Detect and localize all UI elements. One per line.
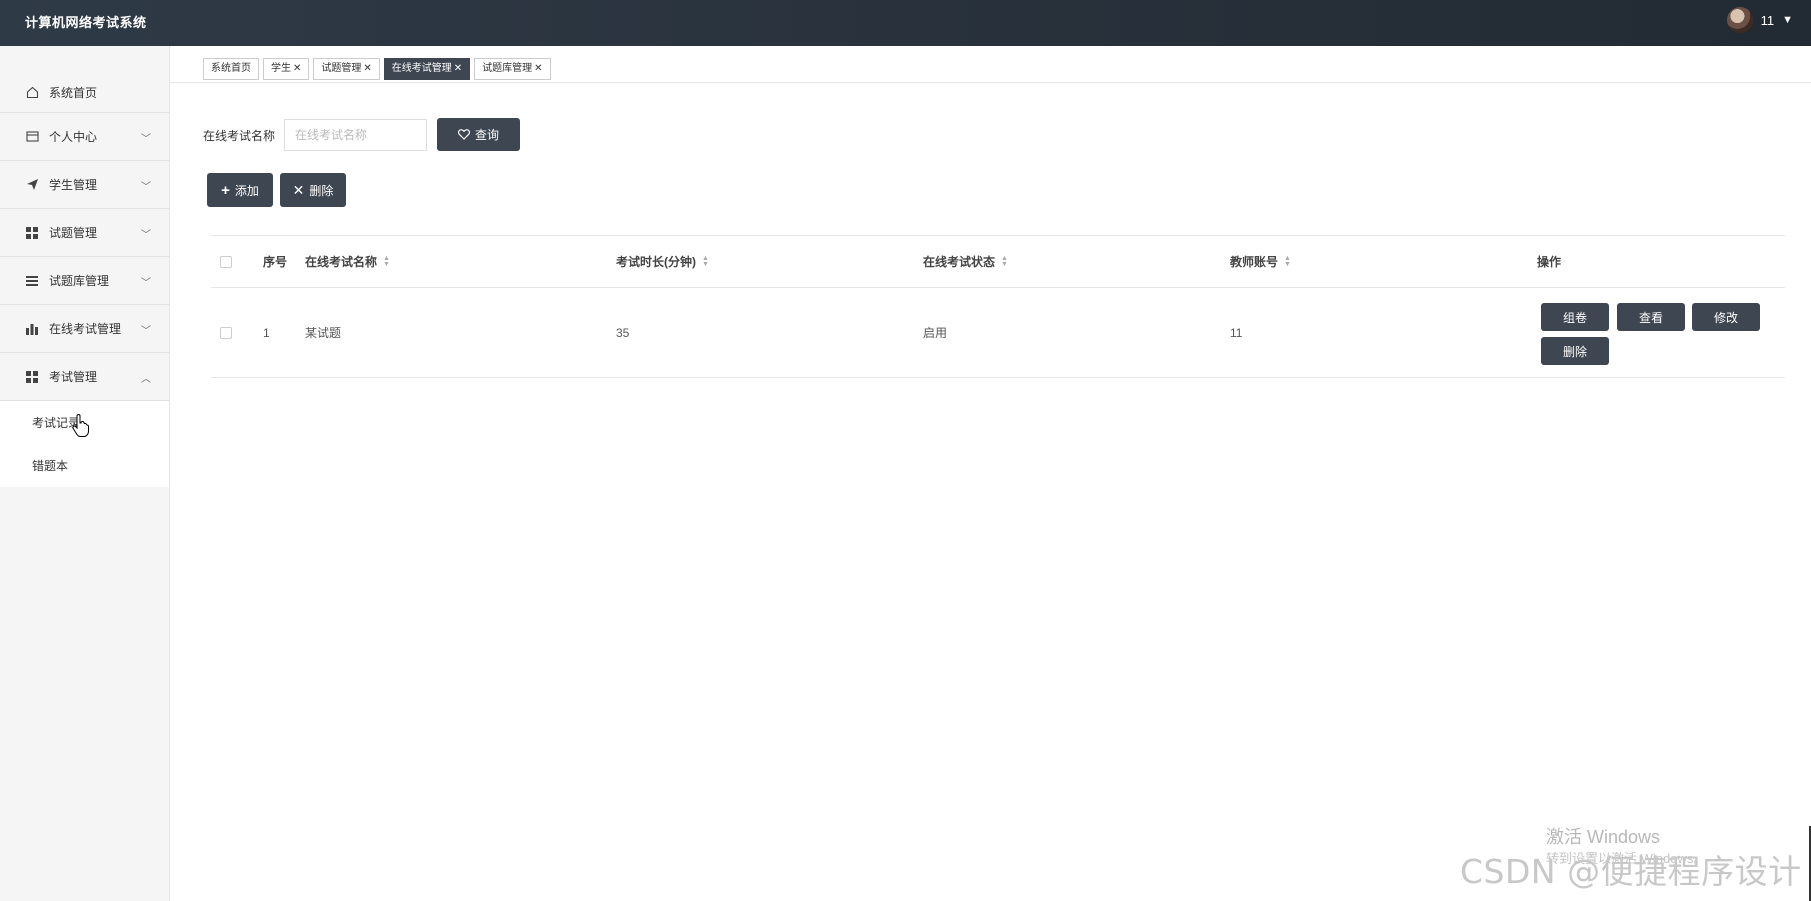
avatar[interactable] [1726,7,1753,33]
add-button[interactable]: + 添加 [207,173,273,207]
close-icon[interactable]: ✕ [363,59,371,79]
column-header-teacher[interactable]: 教师账号 ▲ ▼ [1230,236,1291,287]
add-button-label: 添加 [234,183,259,198]
table-header: 序号 在线考试名称 ▲ ▼ 考试时长(分钟) ▲ ▼ 在线考试状态 ▲ ▼ 教师账号 … [211,236,1785,288]
sidebar-item-questions[interactable]: 试题管理 ﹀ [0,209,169,257]
compose-paper-button[interactable]: 组卷 [1541,303,1609,331]
grid-icon [25,370,39,384]
column-header-label: 考试时长(分钟) [616,255,696,269]
query-button-label: 查询 [474,128,499,142]
card-icon [25,130,39,144]
sidebar: 系统首页 个人中心 ﹀ 学生管理 ﹀ 试题管理 ﹀ 试题库管理 ﹀ 在线考试管理… [0,46,170,901]
tab-label: 学生 [271,63,291,74]
close-icon[interactable]: ✕ [534,59,542,79]
hand-cursor-icon [72,414,89,437]
close-icon[interactable]: ✕ [293,59,301,79]
username[interactable]: 11 [1761,13,1775,28]
sort-icon[interactable]: ▲ ▼ [1001,255,1008,268]
tab-questions[interactable]: 试题管理 ✕ [313,58,380,80]
sidebar-item-label: 试题库管理 [49,274,110,288]
cell-name: 某试题 [305,326,342,340]
tab-online-exam[interactable]: 在线考试管理 ✕ [383,58,471,80]
column-header-index: 序号 [263,236,287,287]
send-icon [25,178,39,192]
column-header-label: 在线考试名称 [305,255,378,269]
sidebar-item-label: 考试管理 [49,370,98,384]
sort-icon[interactable]: ▲ ▼ [383,255,390,268]
sort-icon[interactable]: ▲ ▼ [1284,255,1291,268]
close-icon: ✕ [292,181,305,198]
sidebar-item-question-bank[interactable]: 试题库管理 ﹀ [0,257,169,305]
edit-button[interactable]: 修改 [1692,303,1760,331]
chevron-down-icon: ﹀ [141,182,151,193]
row-checkbox[interactable] [220,326,232,339]
home-icon [25,85,39,99]
caret-down-icon[interactable]: ▼ [1782,14,1793,26]
sidebar-item-label: 系统首页 [49,85,98,100]
tab-label: 试题管理 [321,63,362,74]
tab-label: 试题库管理 [482,63,533,74]
heart-icon [457,129,470,140]
column-header-label: 在线考试状态 [923,255,996,269]
grid-icon [25,226,39,240]
table-row: 1 某试题 35 启用 11 组卷 查看 修改 删除 [211,288,1785,377]
tab-label: 系统首页 [211,63,251,74]
view-button[interactable]: 查看 [1617,303,1685,331]
column-header-label: 操作 [1537,255,1562,269]
close-icon[interactable]: ✕ [454,59,462,79]
column-header-name[interactable]: 在线考试名称 ▲ ▼ [305,236,390,287]
column-header-label: 教师账号 [1230,255,1279,269]
column-header-label: 序号 [263,255,288,269]
sidebar-subitem-wrong-questions[interactable]: 错题本 [0,444,169,487]
top-bar: 计算机网络考试系统 11 ▼ [0,0,1811,46]
column-header-duration[interactable]: 考试时长(分钟) ▲ ▼ [616,236,709,287]
app-title: 计算机网络考试系统 [25,15,147,30]
sidebar-item-exam-management[interactable]: 考试管理 ︿ [0,353,169,401]
select-all-checkbox[interactable] [220,255,232,268]
chevron-down-icon: ﹀ [141,278,151,289]
delete-button[interactable]: ✕ 删除 [280,173,346,207]
sidebar-item-personal-center[interactable]: 个人中心 ﹀ [0,113,169,161]
search-label: 在线考试名称 [203,129,276,143]
chevron-down-icon: ﹀ [141,326,151,337]
search-input[interactable] [284,119,427,151]
exam-table: 序号 在线考试名称 ▲ ▼ 考试时长(分钟) ▲ ▼ 在线考试状态 ▲ ▼ 教师账号 … [211,235,1785,378]
chevron-up-icon: ︿ [141,374,151,385]
row-delete-button[interactable]: 删除 [1541,337,1609,365]
chevron-down-icon: ﹀ [141,230,151,241]
cell-teacher: 11 [1230,325,1243,340]
tab-home[interactable]: 系统首页 [203,58,259,80]
query-button[interactable]: 查询 [437,118,520,151]
cell-status: 启用 [923,326,948,340]
tab-bar: 系统首页 学生 ✕ 试题管理 ✕ 在线考试管理 ✕ 试题库管理 ✕ [203,58,551,80]
plus-icon: + [221,181,230,199]
sort-icon[interactable]: ▲ ▼ [702,255,709,268]
csdn-watermark: CSDN @便捷程序设计 [1460,852,1802,891]
delete-button-label: 删除 [309,183,334,198]
sidebar-item-label: 试题管理 [49,226,98,240]
tab-label: 在线考试管理 [391,63,452,74]
tab-students[interactable]: 学生 ✕ [263,58,310,80]
sidebar-item-label: 在线考试管理 [49,322,122,336]
chevron-down-icon: ﹀ [141,134,151,145]
column-header-actions: 操作 [1537,236,1561,287]
user-menu[interactable]: 11 ▼ [1726,7,1793,33]
cell-duration: 35 [616,325,630,340]
list-icon [25,274,39,288]
sidebar-item-home[interactable]: 系统首页 [0,72,169,113]
tab-question-bank[interactable]: 试题库管理 ✕ [474,58,551,80]
sidebar-item-students[interactable]: 学生管理 ﹀ [0,161,169,209]
sidebar-item-online-exam[interactable]: 在线考试管理 ﹀ [0,305,169,353]
select-all-cell [220,236,232,287]
row-select-cell [220,288,232,377]
column-header-status[interactable]: 在线考试状态 ▲ ▼ [923,236,1008,287]
cell-index: 1 [263,325,270,340]
sidebar-item-label: 学生管理 [49,178,98,192]
bar-chart-icon [25,322,39,336]
tab-divider [170,82,1811,83]
sidebar-item-label: 个人中心 [49,130,98,144]
